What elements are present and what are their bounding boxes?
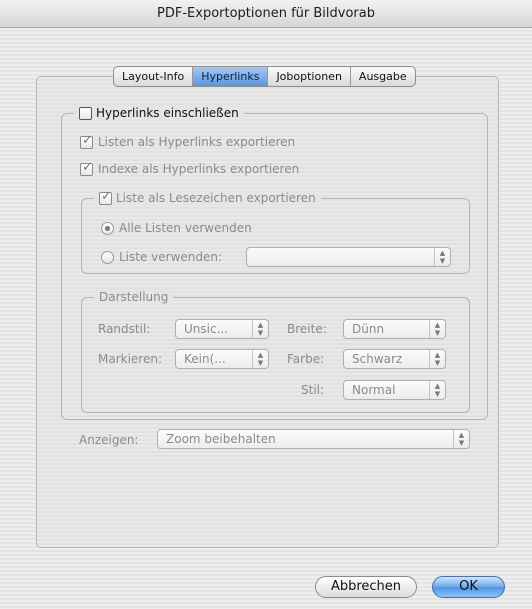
width-select[interactable]: Dünn ▲ ▼ — [343, 319, 446, 339]
up-down-arrows-icon: ▲ ▼ — [429, 320, 445, 338]
display-value: Zoom beibehalten — [166, 432, 276, 446]
bookmarks-checkbox[interactable] — [99, 189, 112, 205]
up-down-arrows-icon: ▲ ▼ — [453, 430, 469, 448]
width-value: Dünn — [352, 322, 385, 336]
style-label: Stil: — [301, 383, 325, 397]
style-select[interactable]: Normal ▲ ▼ — [343, 380, 446, 400]
display-label: Anzeigen: — [79, 433, 139, 447]
cancel-button[interactable]: Abbrechen — [315, 576, 417, 598]
tab-layout-info[interactable]: Layout-Info — [114, 67, 194, 86]
lists-hyperlinks-label: Listen als Hyperlinks exportieren — [98, 135, 296, 149]
include-hyperlinks-label: Hyperlinks einschließen — [96, 106, 239, 120]
color-select[interactable]: Schwarz ▲ ▼ — [343, 349, 446, 369]
indexes-option: Indexe als Hyperlinks exportieren — [80, 160, 300, 176]
up-down-arrows-icon: ▲ ▼ — [434, 248, 450, 266]
include-hyperlinks-checkbox[interactable] — [79, 106, 92, 120]
indexes-hyperlinks-label: Indexe als Hyperlinks exportieren — [98, 162, 300, 176]
highlight-select[interactable]: Kein(... ▲ ▼ — [175, 349, 269, 369]
tab-hyperlinks[interactable]: Hyperlinks — [193, 67, 269, 86]
ok-button[interactable]: OK — [432, 576, 505, 598]
use-list-radio[interactable] — [101, 250, 114, 264]
up-down-arrows-icon: ▲ ▼ — [429, 350, 445, 368]
color-label: Farbe: — [287, 352, 325, 366]
hyperlinks-include-legend: Hyperlinks einschließen — [74, 105, 244, 121]
bookmarks-legend: Liste als Lesezeichen exportieren — [94, 189, 321, 206]
all-lists-label: Alle Listen verwenden — [119, 221, 252, 235]
highlight-label: Markieren: — [98, 352, 163, 366]
indexes-hyperlinks-checkbox[interactable] — [80, 160, 93, 176]
display-select[interactable]: Zoom beibehalten ▲ ▼ — [157, 429, 470, 449]
export-options-window: PDF-Exportoptionen für Bildvorab Layout-… — [0, 0, 532, 609]
border-style-label: Randstil: — [98, 322, 151, 336]
tab-bar: Layout-Info Hyperlinks Joboptionen Ausga… — [113, 66, 416, 87]
up-down-arrows-icon: ▲ ▼ — [429, 381, 445, 399]
border-style-select[interactable]: Unsic... ▲ ▼ — [175, 319, 269, 339]
border-style-value: Unsic... — [184, 322, 229, 336]
use-list-select[interactable]: ▲ ▼ — [246, 247, 451, 267]
color-value: Schwarz — [352, 352, 403, 366]
lists-option: Listen als Hyperlinks exportieren — [80, 133, 296, 149]
lists-hyperlinks-checkbox[interactable] — [80, 133, 93, 149]
bookmarks-label: Liste als Lesezeichen exportieren — [116, 191, 316, 205]
use-list-option: Liste verwenden: — [101, 250, 222, 264]
window-title: PDF-Exportoptionen für Bildvorab — [0, 0, 532, 28]
style-value: Normal — [352, 383, 396, 397]
up-down-arrows-icon: ▲ ▼ — [252, 320, 268, 338]
appearance-legend: Darstellung — [94, 289, 174, 305]
width-label: Breite: — [287, 322, 327, 336]
up-down-arrows-icon: ▲ ▼ — [252, 350, 268, 368]
tab-ausgabe[interactable]: Ausgabe — [351, 67, 415, 86]
highlight-value: Kein(... — [184, 352, 226, 366]
all-lists-radio[interactable] — [101, 221, 114, 235]
all-lists-option: Alle Listen verwenden — [101, 221, 252, 235]
tab-joboptionen[interactable]: Joboptionen — [268, 67, 351, 86]
use-list-label: Liste verwenden: — [119, 250, 223, 264]
